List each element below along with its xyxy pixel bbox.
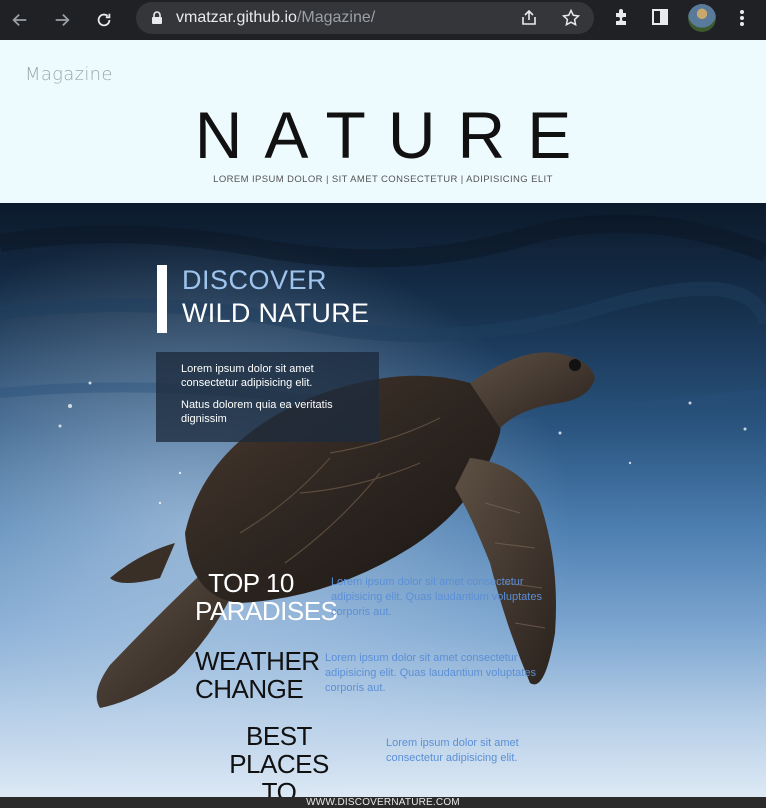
discover-accent-bar [157,265,167,333]
article-title-top10[interactable]: TOP 10 PARADISES [195,569,338,625]
page-title: NATURE [194,98,594,172]
brand-logo[interactable]: Magazine [25,64,113,85]
lock-icon [152,11,162,24]
address-bar[interactable]: vmatzar.github.io/Magazine/ [136,2,594,34]
article-text-weather: Lorem ipsum dolor sit amet consectetur a… [325,652,536,694]
turtle-photo [0,203,766,797]
back-icon[interactable] [6,6,34,34]
article-text-top10: Lorem ipsum dolor sit amet consectetur a… [331,576,542,618]
hero-section: DISCOVER WILD NATURE Lorem ipsum dolor s… [0,203,766,797]
article-text-best-places: Lorem ipsum dolor sit amet consectetur a… [386,737,519,764]
star-icon[interactable] [562,9,580,27]
browser-toolbar: vmatzar.github.io/Magazine/ [0,0,766,40]
extensions-icon[interactable] [612,7,632,27]
forward-icon[interactable] [48,6,76,34]
page-header: Magazine NATURE LOREM IPSUM DOLOR | SIT … [0,40,766,203]
menu-icon[interactable] [734,8,750,28]
intro-text-2: Natus dolorem quia ea veritatis dignissi… [181,399,333,425]
intro-note: Lorem ipsum dolor sit amet consectetur a… [156,352,379,442]
tagline: LOREM IPSUM DOLOR | SIT AMET CONSECTETUR… [213,174,553,185]
share-icon[interactable] [520,9,538,27]
reload-icon[interactable] [90,6,118,34]
footer-link[interactable]: WWW.DISCOVERNATURE.COM [0,797,766,808]
article-title-best-places[interactable]: BEST PLACES TO TRAVEL [212,722,346,797]
side-panel-icon[interactable] [650,7,670,27]
discover-heading: DISCOVER [182,265,328,295]
profile-avatar[interactable] [688,4,716,32]
wild-nature-heading: WILD NATURE [182,298,370,328]
intro-text-1: Lorem ipsum dolor sit amet consectetur a… [181,363,314,389]
article-title-weather[interactable]: WEATHER CHANGE [195,647,320,703]
url-text: vmatzar.github.io/Magazine/ [176,9,376,26]
